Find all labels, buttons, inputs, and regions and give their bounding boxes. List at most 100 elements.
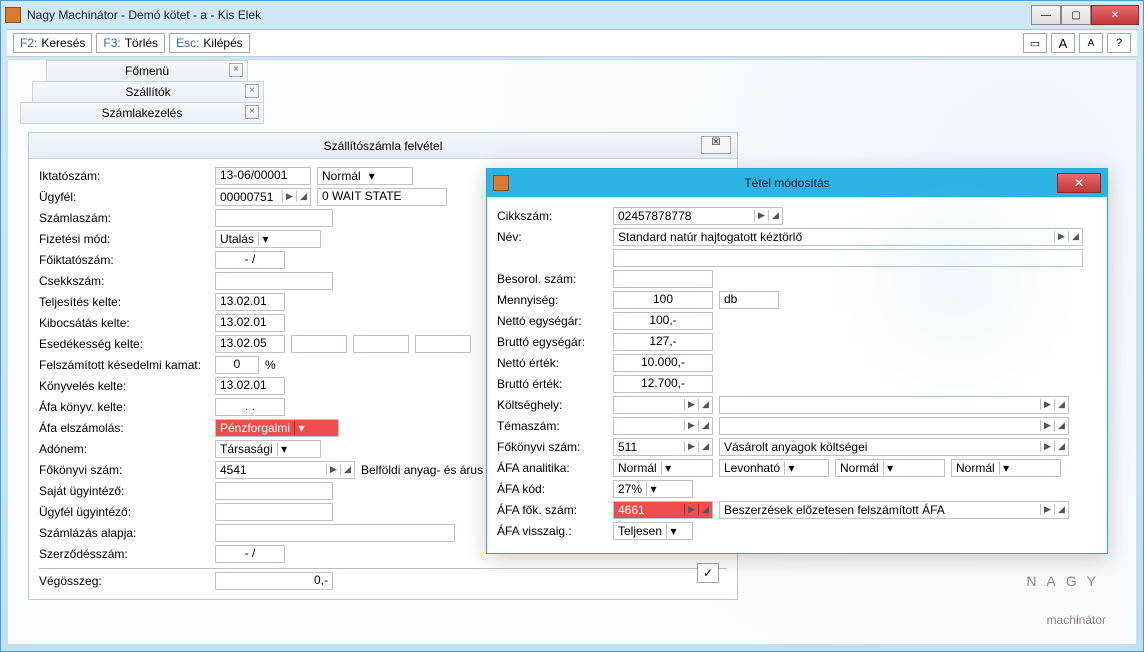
input-koltseg-desc[interactable]: ▶◢ bbox=[719, 396, 1069, 414]
picker-icon[interactable]: ◢ bbox=[1054, 420, 1068, 431]
lookup-icon[interactable]: ▶ bbox=[1040, 504, 1054, 515]
app-icon bbox=[5, 7, 21, 23]
close-button[interactable]: ✕ bbox=[1091, 5, 1139, 25]
input-brutto-e[interactable]: 127,- bbox=[613, 333, 713, 351]
label-szerz: Szerződésszám: bbox=[39, 547, 209, 561]
lookup-icon[interactable]: ▶ bbox=[684, 441, 698, 452]
label-adonem: Adónem: bbox=[39, 442, 209, 456]
input-csekk[interactable] bbox=[215, 272, 333, 290]
client-area: Főmenü× Szállítók× Számlakezelés× Szállí… bbox=[7, 59, 1137, 645]
picker-icon[interactable]: ◢ bbox=[698, 420, 712, 431]
picker-icon[interactable]: ◢ bbox=[1054, 504, 1068, 515]
select-afa-an4[interactable]: Normál▾ bbox=[951, 459, 1061, 477]
select-afa-an3[interactable]: Normál▾ bbox=[835, 459, 945, 477]
lookup-icon[interactable]: ▶ bbox=[754, 210, 768, 221]
confirm-button[interactable]: ✓ bbox=[697, 563, 719, 583]
input-nev[interactable]: Standard natúr hajtogatott kéztörlő▶◢ bbox=[613, 228, 1083, 246]
close-icon[interactable]: × bbox=[229, 63, 243, 77]
lookup-icon[interactable]: ▶ bbox=[326, 464, 340, 475]
input-besor[interactable] bbox=[613, 270, 713, 288]
close-icon[interactable]: × bbox=[245, 105, 259, 119]
input-nev2[interactable] bbox=[613, 249, 1083, 267]
input-iktatoszam[interactable]: 13-06/00001 bbox=[215, 167, 311, 185]
input-tema[interactable]: ▶◢ bbox=[613, 417, 713, 435]
label-afa-kod: ÁFA kód: bbox=[497, 482, 607, 496]
panel-pin-button[interactable]: ☒ bbox=[701, 136, 731, 154]
input-ugyfel-name[interactable]: 0 WAIT STATE bbox=[317, 188, 447, 206]
lookup-icon[interactable]: ▶ bbox=[1040, 441, 1054, 452]
esc-exit-button[interactable]: Esc:Kilépés bbox=[169, 33, 250, 53]
select-adonem[interactable]: Társasági▾ bbox=[215, 440, 321, 458]
picker-icon[interactable]: ◢ bbox=[1054, 441, 1068, 452]
picker-icon[interactable]: ◢ bbox=[768, 210, 782, 221]
input-telj-date[interactable]: 13.02.01 bbox=[215, 293, 285, 311]
picker-icon[interactable]: ◢ bbox=[296, 191, 310, 202]
tool-font-large-icon[interactable]: A bbox=[1051, 33, 1075, 53]
label-koltseg: Költséghely: bbox=[497, 398, 607, 412]
input-kib-date[interactable]: 13.02.01 bbox=[215, 314, 285, 332]
input-m-fokonyv-desc[interactable]: Vásárolt anyagok költségei▶◢ bbox=[719, 438, 1069, 456]
input-konyv-date[interactable]: 13.02.01 bbox=[215, 377, 285, 395]
input-kamat[interactable]: 0 bbox=[215, 356, 259, 374]
picker-icon[interactable]: ◢ bbox=[1068, 231, 1082, 242]
lookup-icon[interactable]: ▶ bbox=[684, 504, 698, 515]
input-extra1[interactable] bbox=[291, 335, 347, 353]
input-netto-e[interactable]: 100,- bbox=[613, 312, 713, 330]
input-szamlalap[interactable] bbox=[215, 524, 455, 542]
dialog-close-button[interactable]: ✕ bbox=[1057, 173, 1101, 193]
select-fizmod[interactable]: Utalás▾ bbox=[215, 230, 321, 248]
f3-delete-button[interactable]: F3:Törlés bbox=[96, 33, 165, 53]
input-menny-unit[interactable]: db bbox=[719, 291, 779, 309]
input-cikk[interactable]: 02457878778▶◢ bbox=[613, 207, 783, 225]
picker-icon[interactable]: ◢ bbox=[340, 464, 354, 475]
input-szamlaszam[interactable] bbox=[215, 209, 333, 227]
lookup-icon[interactable]: ▶ bbox=[1054, 231, 1068, 242]
label-iktatoszam: Iktatószám: bbox=[39, 169, 209, 183]
input-extra2[interactable] bbox=[353, 335, 409, 353]
input-koltseg[interactable]: ▶◢ bbox=[613, 396, 713, 414]
input-fokonyv[interactable]: 4541▶◢ bbox=[215, 461, 355, 479]
lookup-icon[interactable]: ▶ bbox=[684, 420, 698, 431]
help-button[interactable]: ? bbox=[1107, 33, 1131, 53]
picker-icon[interactable]: ◢ bbox=[698, 441, 712, 452]
input-afakonyv-date[interactable]: . . bbox=[215, 398, 285, 416]
lookup-icon[interactable]: ▶ bbox=[684, 399, 698, 410]
input-ugyfel-code[interactable]: 00000751▶◢ bbox=[215, 188, 311, 206]
picker-icon[interactable]: ◢ bbox=[698, 399, 712, 410]
maximize-button[interactable]: ▢ bbox=[1061, 5, 1091, 25]
f2-search-button[interactable]: F2:Keresés bbox=[13, 33, 92, 53]
input-extra3[interactable] bbox=[415, 335, 471, 353]
lookup-icon[interactable]: ▶ bbox=[1040, 420, 1054, 431]
lookup-icon[interactable]: ▶ bbox=[1040, 399, 1054, 410]
label-afakonyv: Áfa könyv. kelte: bbox=[39, 400, 209, 414]
input-afa-fok[interactable]: 4661▶◢ bbox=[613, 501, 713, 519]
select-afa-an1[interactable]: Normál▾ bbox=[613, 459, 713, 477]
panel-title: Szállítószámla felvétel ☒ bbox=[29, 133, 737, 159]
input-ugyf-u[interactable] bbox=[215, 503, 333, 521]
tab-szamlakezeles[interactable]: Számlakezelés× bbox=[20, 102, 264, 124]
tool-window-icon[interactable]: ▭ bbox=[1023, 33, 1047, 53]
tool-font-small-icon[interactable]: A bbox=[1079, 33, 1103, 53]
label-afa-fok: ÁFA fők. szám: bbox=[497, 503, 607, 517]
input-sajat[interactable] bbox=[215, 482, 333, 500]
input-m-fokonyv[interactable]: 511▶◢ bbox=[613, 438, 713, 456]
lookup-icon[interactable]: ▶ bbox=[282, 191, 296, 202]
minimize-button[interactable]: — bbox=[1031, 5, 1061, 25]
input-menny[interactable]: 100 bbox=[613, 291, 713, 309]
tab-szallitok[interactable]: Szállítók× bbox=[32, 81, 264, 103]
select-afa-vis[interactable]: Teljesen▾ bbox=[613, 522, 693, 540]
close-icon[interactable]: × bbox=[245, 84, 259, 98]
select-afa-kod[interactable]: 27%▾ bbox=[613, 480, 693, 498]
picker-icon[interactable]: ◢ bbox=[698, 504, 712, 515]
picker-icon[interactable]: ◢ bbox=[1054, 399, 1068, 410]
select-afaelsz[interactable]: Pénzforgalmi▾ bbox=[215, 419, 339, 437]
input-esed-date[interactable]: 13.02.05 bbox=[215, 335, 285, 353]
tab-fomenu[interactable]: Főmenü× bbox=[46, 60, 248, 82]
select-iktatoszam-mode[interactable]: Normál▾ bbox=[317, 167, 413, 185]
select-afa-an2[interactable]: Levonható▾ bbox=[719, 459, 829, 477]
input-tema-desc[interactable]: ▶◢ bbox=[719, 417, 1069, 435]
input-afa-fok-desc[interactable]: Beszerzések előzetesen felszámított ÁFA▶… bbox=[719, 501, 1069, 519]
input-szerz[interactable]: - / bbox=[215, 545, 285, 563]
input-foikt[interactable]: - / bbox=[215, 251, 285, 269]
label-szamlaszam: Számlaszám: bbox=[39, 211, 209, 225]
